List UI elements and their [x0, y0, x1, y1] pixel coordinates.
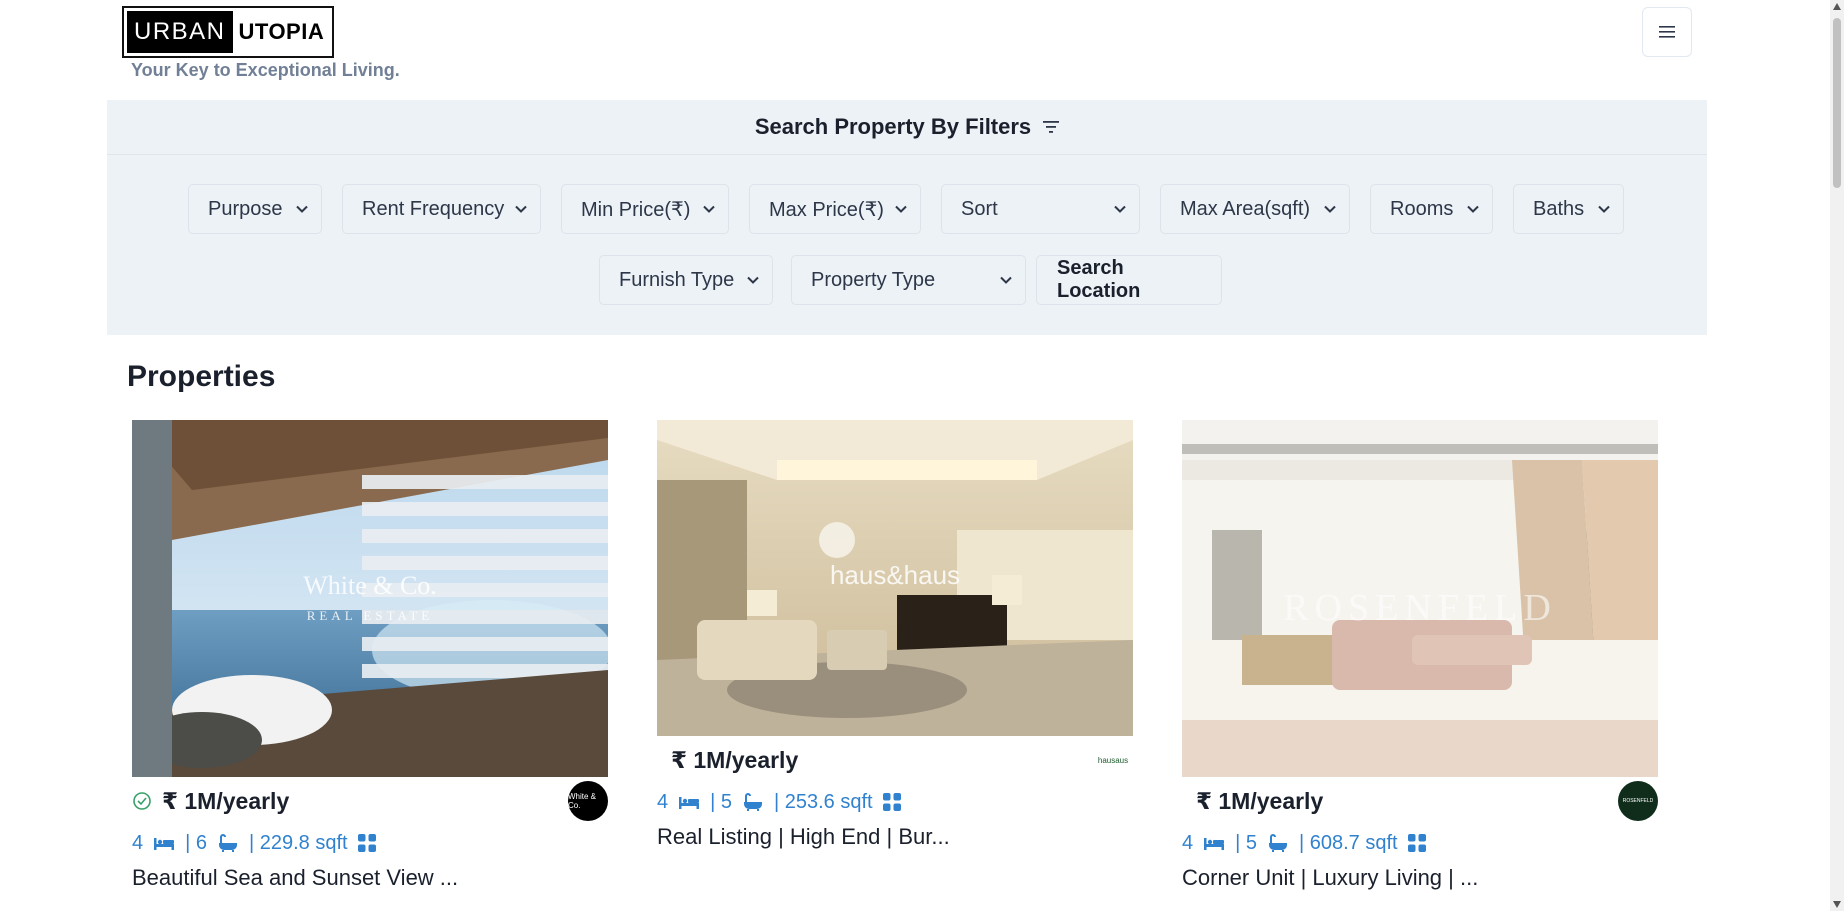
chevron-down-icon: [515, 205, 527, 213]
select-label: Max Area(sqft): [1180, 197, 1311, 220]
bed-icon: [154, 838, 175, 850]
chevron-down-icon: [1114, 205, 1126, 213]
property-image[interactable]: haus&haus: [657, 420, 1133, 736]
chevron-down-icon: [747, 276, 759, 284]
area-label: | 608.7 sqft: [1299, 831, 1398, 854]
rooms-count: 4: [132, 831, 144, 854]
select-label: Rent Frequency: [362, 197, 505, 220]
agency-logo[interactable]: ROSENFELD: [1618, 781, 1658, 821]
select-label: Purpose: [208, 197, 283, 220]
watermark-text: haus&haus: [830, 560, 960, 590]
property-image[interactable]: White & Co. REAL ESTATE: [132, 420, 608, 777]
search-location-button[interactable]: Search Location: [1036, 255, 1222, 305]
bath-icon: [219, 834, 237, 852]
rooms-select[interactable]: Rooms: [1370, 184, 1493, 234]
select-label: Rooms: [1390, 197, 1454, 220]
sort-select[interactable]: Sort: [941, 184, 1140, 234]
filter-header[interactable]: Search Property By Filters: [107, 100, 1707, 155]
baths-count: | 6: [185, 831, 207, 854]
filter-icon: [1043, 121, 1060, 133]
grid-icon: [357, 834, 376, 852]
property-title[interactable]: Real Listing | High End | Bur...: [657, 824, 1133, 850]
property-meta: 4 | 5 | 253.6 sqft: [657, 784, 1133, 820]
top-navbar: URBAN UTOPIA Your Key to Exceptional Liv…: [0, 0, 1830, 100]
scroll-up-icon[interactable]: [1833, 3, 1841, 10]
logo[interactable]: URBAN UTOPIA: [122, 6, 335, 58]
bath-icon: [1269, 834, 1287, 852]
filter-title: Search Property By Filters: [754, 114, 1032, 139]
grid-icon: [1407, 834, 1426, 852]
select-label: Max Price(₹): [769, 198, 884, 221]
agency-logo-text: White & Co.: [568, 792, 597, 810]
property-card[interactable]: White & Co. REAL ESTATE ₹ 1M/yearly Whit…: [132, 420, 608, 891]
baths-count: | 5: [1235, 831, 1257, 854]
property-meta: 4 | 5 | 608.7 sqft: [1182, 825, 1658, 861]
furnish-type-select[interactable]: Furnish Type: [599, 255, 773, 305]
bed-icon: [679, 797, 700, 809]
bed-icon: [1204, 838, 1225, 850]
check-circle-icon: [133, 792, 151, 810]
property-title[interactable]: Corner Unit | Luxury Living | ...: [1182, 865, 1658, 891]
scroll-down-icon[interactable]: [1833, 901, 1841, 908]
agency-logo[interactable]: hausaus: [1093, 740, 1133, 780]
price-label: ₹ 1M/yearly: [1196, 787, 1324, 814]
select-label: Furnish Type: [619, 268, 735, 291]
property-card[interactable]: haus&haus ₹ 1M/yearly hausaus 4 | 5 | 25…: [657, 420, 1133, 850]
select-label: Baths: [1533, 197, 1585, 220]
area-label: | 253.6 sqft: [774, 790, 873, 813]
agency-logo-text: ROSENFELD: [1622, 798, 1654, 804]
chevron-down-icon: [1000, 276, 1012, 284]
chevron-down-icon: [296, 205, 308, 213]
filter-row-1: Purpose Rent Frequency Min Price(₹) Max …: [188, 184, 1624, 234]
property-type-select[interactable]: Property Type: [791, 255, 1026, 305]
logo-left-text: URBAN: [127, 11, 233, 53]
price-label: ₹ 1M/yearly: [671, 746, 799, 773]
property-card[interactable]: ROSENFELD ₹ 1M/yearly ROSENFELD 4 | 5 | …: [1182, 420, 1658, 891]
baths-select[interactable]: Baths: [1513, 184, 1624, 234]
select-label: Sort: [961, 197, 998, 220]
logo-right-text: UTOPIA: [238, 19, 325, 44]
watermark-text: White & Co.: [303, 571, 437, 600]
scroll-thumb[interactable]: [1833, 18, 1841, 188]
menu-button[interactable]: [1642, 7, 1692, 57]
chevron-down-icon: [895, 205, 907, 213]
properties-heading: Properties: [127, 360, 276, 393]
select-label: Min Price(₹): [581, 198, 691, 221]
baths-count: | 5: [710, 790, 732, 813]
price-label: ₹ 1M/yearly: [162, 787, 290, 814]
select-label: Property Type: [811, 268, 936, 291]
rooms-count: 4: [1182, 831, 1194, 854]
property-title[interactable]: Beautiful Sea and Sunset View ...: [132, 865, 608, 891]
property-image[interactable]: ROSENFELD: [1182, 420, 1658, 777]
max-price-select[interactable]: Max Price(₹): [749, 184, 921, 234]
agency-logo[interactable]: White & Co.: [568, 781, 608, 821]
chevron-down-icon: [703, 205, 715, 213]
chevron-down-icon: [1467, 205, 1479, 213]
vertical-scrollbar[interactable]: [1830, 0, 1844, 911]
watermark-subtext: REAL ESTATE: [307, 608, 434, 623]
filter-panel: Search Property By Filters Purpose Rent …: [107, 100, 1707, 335]
chevron-down-icon: [1598, 205, 1610, 213]
hamburger-icon: [1659, 26, 1675, 38]
agency-logo-text: hausaus: [1097, 755, 1129, 765]
tagline: Your Key to Exceptional Living.: [131, 60, 400, 80]
rooms-count: 4: [657, 790, 669, 813]
max-area-select[interactable]: Max Area(sqft): [1160, 184, 1350, 234]
min-price-select[interactable]: Min Price(₹): [561, 184, 729, 234]
bath-icon: [744, 793, 762, 811]
rent-frequency-select[interactable]: Rent Frequency: [342, 184, 541, 234]
watermark-text: ROSENFELD: [1283, 587, 1557, 629]
chevron-down-icon: [1324, 205, 1336, 213]
area-label: | 229.8 sqft: [249, 831, 348, 854]
grid-icon: [882, 793, 901, 811]
filter-row-2: Furnish Type Property Type Search Locati…: [599, 255, 1222, 305]
property-meta: 4 | 6 | 229.8 sqft: [132, 825, 608, 861]
purpose-select[interactable]: Purpose: [188, 184, 322, 234]
